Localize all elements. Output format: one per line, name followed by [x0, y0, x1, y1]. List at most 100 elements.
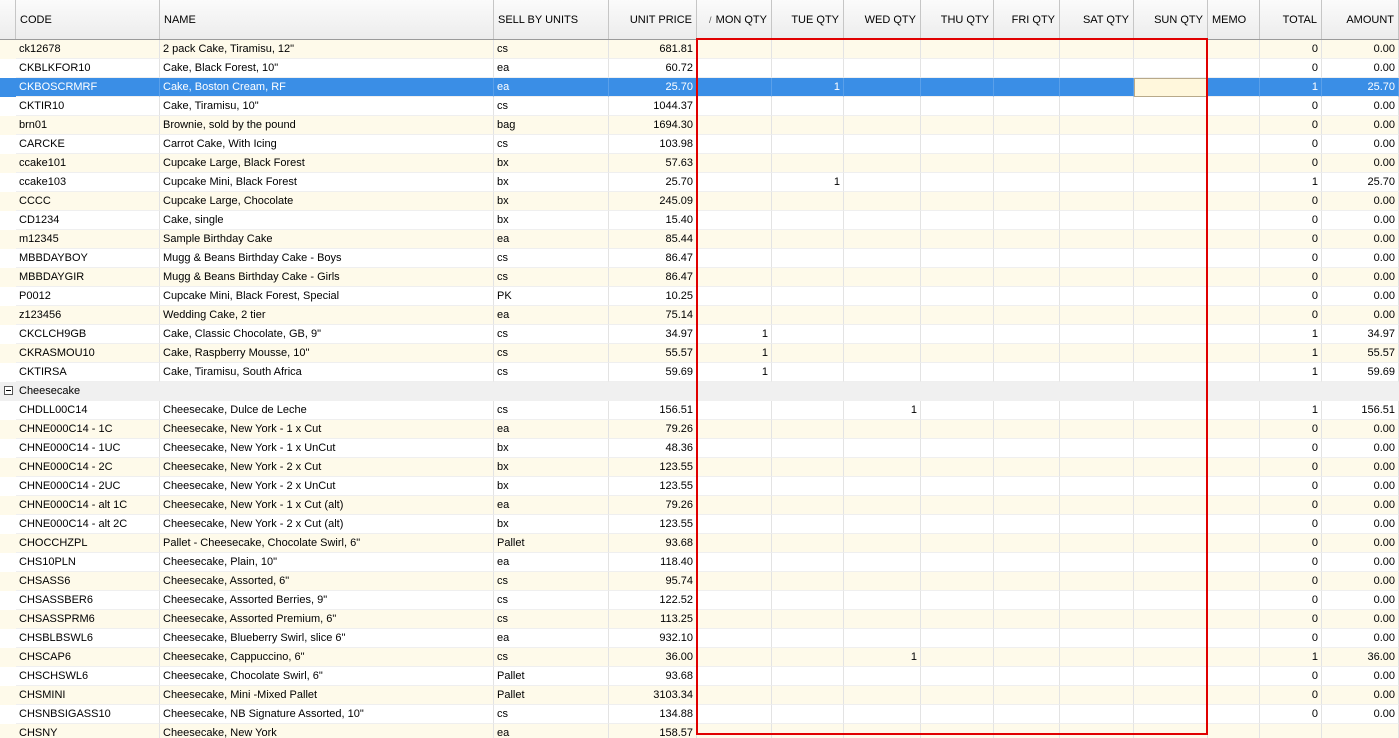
cell-sat[interactable]	[1060, 496, 1134, 515]
cell-sat[interactable]	[1060, 135, 1134, 154]
cell-tue[interactable]	[772, 515, 844, 534]
table-row[interactable]: CHSASSBER6 Cheesecake, Assorted Berries, …	[0, 591, 1399, 610]
cell-memo[interactable]	[1208, 477, 1260, 496]
cell-tue[interactable]	[772, 268, 844, 287]
table-row[interactable]: CKRASMOU10 Cake, Raspberry Mousse, 10" cs 5…	[0, 344, 1399, 363]
table-row-selected[interactable]: CKBOSCRMRF Cake, Boston Cream, RF ea 25.70 1…	[0, 78, 1399, 97]
cell-mon[interactable]: 1	[697, 325, 772, 344]
column-header-sat[interactable]: SAT QTY	[1060, 0, 1134, 39]
cell-mon[interactable]	[697, 591, 772, 610]
cell-wed[interactable]	[844, 59, 921, 78]
cell-mon[interactable]: 1	[697, 344, 772, 363]
cell-mon[interactable]	[697, 610, 772, 629]
cell-mon[interactable]	[697, 648, 772, 667]
cell-mon[interactable]	[697, 667, 772, 686]
cell-thu[interactable]	[921, 515, 994, 534]
cell-tue[interactable]	[772, 135, 844, 154]
cell-wed[interactable]	[844, 40, 921, 59]
cell-thu[interactable]	[921, 724, 994, 738]
cell-sat[interactable]	[1060, 268, 1134, 287]
cell-fri[interactable]	[994, 534, 1060, 553]
cell-sat[interactable]	[1060, 420, 1134, 439]
cell-thu[interactable]	[921, 534, 994, 553]
cell-wed[interactable]	[844, 553, 921, 572]
cell-memo[interactable]	[1208, 287, 1260, 306]
cell-sun[interactable]	[1134, 268, 1208, 287]
cell-sat[interactable]	[1060, 116, 1134, 135]
cell-memo[interactable]	[1208, 249, 1260, 268]
cell-wed[interactable]	[844, 325, 921, 344]
cell-mon[interactable]	[697, 401, 772, 420]
cell-wed[interactable]	[844, 344, 921, 363]
cell-sun[interactable]	[1134, 458, 1208, 477]
table-row[interactable]: CHSCAP6 Cheesecake, Cappuccino, 6" cs 36.00…	[0, 648, 1399, 667]
cell-sat[interactable]	[1060, 40, 1134, 59]
cell-sat[interactable]	[1060, 591, 1134, 610]
column-header-mon[interactable]: MON QTY	[697, 0, 772, 39]
cell-memo[interactable]	[1208, 686, 1260, 705]
table-row[interactable]: CHSNY Cheesecake, New York ea 158.57	[0, 724, 1399, 738]
table-row[interactable]: CHNE000C14 - 2C Cheesecake, New York - 2 …	[0, 458, 1399, 477]
cell-tue[interactable]	[772, 344, 844, 363]
cell-sun[interactable]	[1134, 116, 1208, 135]
cell-sun[interactable]	[1134, 515, 1208, 534]
cell-thu[interactable]	[921, 287, 994, 306]
cell-mon[interactable]	[697, 306, 772, 325]
cell-tue[interactable]	[772, 192, 844, 211]
cell-fri[interactable]	[994, 59, 1060, 78]
cell-thu[interactable]	[921, 401, 994, 420]
cell-wed[interactable]	[844, 629, 921, 648]
cell-sat[interactable]	[1060, 78, 1134, 97]
cell-tue[interactable]	[772, 553, 844, 572]
cell-sun[interactable]	[1134, 173, 1208, 192]
cell-wed[interactable]	[844, 591, 921, 610]
cell-thu[interactable]	[921, 59, 994, 78]
cell-thu[interactable]	[921, 344, 994, 363]
cell-memo[interactable]	[1208, 591, 1260, 610]
cell-mon[interactable]	[697, 420, 772, 439]
cell-sat[interactable]	[1060, 306, 1134, 325]
cell-sat[interactable]	[1060, 610, 1134, 629]
table-row[interactable]: z123456 Wedding Cake, 2 tier ea 75.14 0 0.00	[0, 306, 1399, 325]
cell-tue[interactable]	[772, 686, 844, 705]
cell-sun[interactable]	[1134, 363, 1208, 382]
cell-sat[interactable]	[1060, 477, 1134, 496]
cell-tue[interactable]	[772, 572, 844, 591]
cell-mon[interactable]	[697, 439, 772, 458]
cell-thu[interactable]	[921, 173, 994, 192]
cell-thu[interactable]	[921, 439, 994, 458]
cell-sat[interactable]	[1060, 59, 1134, 78]
table-row[interactable]: CHNE000C14 - 2UC Cheesecake, New York - 2…	[0, 477, 1399, 496]
cell-mon[interactable]	[697, 534, 772, 553]
table-row[interactable]: CHSASSPRM6 Cheesecake, Assorted Premium, …	[0, 610, 1399, 629]
column-header-wed[interactable]: WED QTY	[844, 0, 921, 39]
cell-thu[interactable]	[921, 705, 994, 724]
cell-tue[interactable]	[772, 648, 844, 667]
cell-memo[interactable]	[1208, 420, 1260, 439]
cell-sun[interactable]	[1134, 439, 1208, 458]
cell-sat[interactable]	[1060, 401, 1134, 420]
cell-fri[interactable]	[994, 287, 1060, 306]
table-row[interactable]: CHSCHSWL6 Cheesecake, Chocolate Swirl, 6"…	[0, 667, 1399, 686]
cell-memo[interactable]	[1208, 97, 1260, 116]
cell-wed[interactable]	[844, 572, 921, 591]
cell-tue[interactable]	[772, 420, 844, 439]
table-row[interactable]: CKBLKFOR10 Cake, Black Forest, 10" ea 60.72…	[0, 59, 1399, 78]
cell-sun[interactable]	[1134, 211, 1208, 230]
table-row[interactable]: CKTIRSA Cake, Tiramisu, South Africa cs 59.…	[0, 363, 1399, 382]
cell-sat[interactable]	[1060, 629, 1134, 648]
cell-thu[interactable]	[921, 591, 994, 610]
cell-fri[interactable]	[994, 439, 1060, 458]
column-header-total[interactable]: TOTAL	[1260, 0, 1322, 39]
cell-mon[interactable]	[697, 154, 772, 173]
cell-memo[interactable]	[1208, 363, 1260, 382]
cell-mon[interactable]	[697, 116, 772, 135]
cell-fri[interactable]	[994, 420, 1060, 439]
cell-fri[interactable]	[994, 591, 1060, 610]
cell-fri[interactable]	[994, 192, 1060, 211]
cell-thu[interactable]	[921, 667, 994, 686]
cell-wed[interactable]	[844, 496, 921, 515]
cell-fri[interactable]	[994, 553, 1060, 572]
table-row[interactable]: ck12678 2 pack Cake, Tiramisu, 12" cs 681.8…	[0, 40, 1399, 59]
cell-thu[interactable]	[921, 363, 994, 382]
